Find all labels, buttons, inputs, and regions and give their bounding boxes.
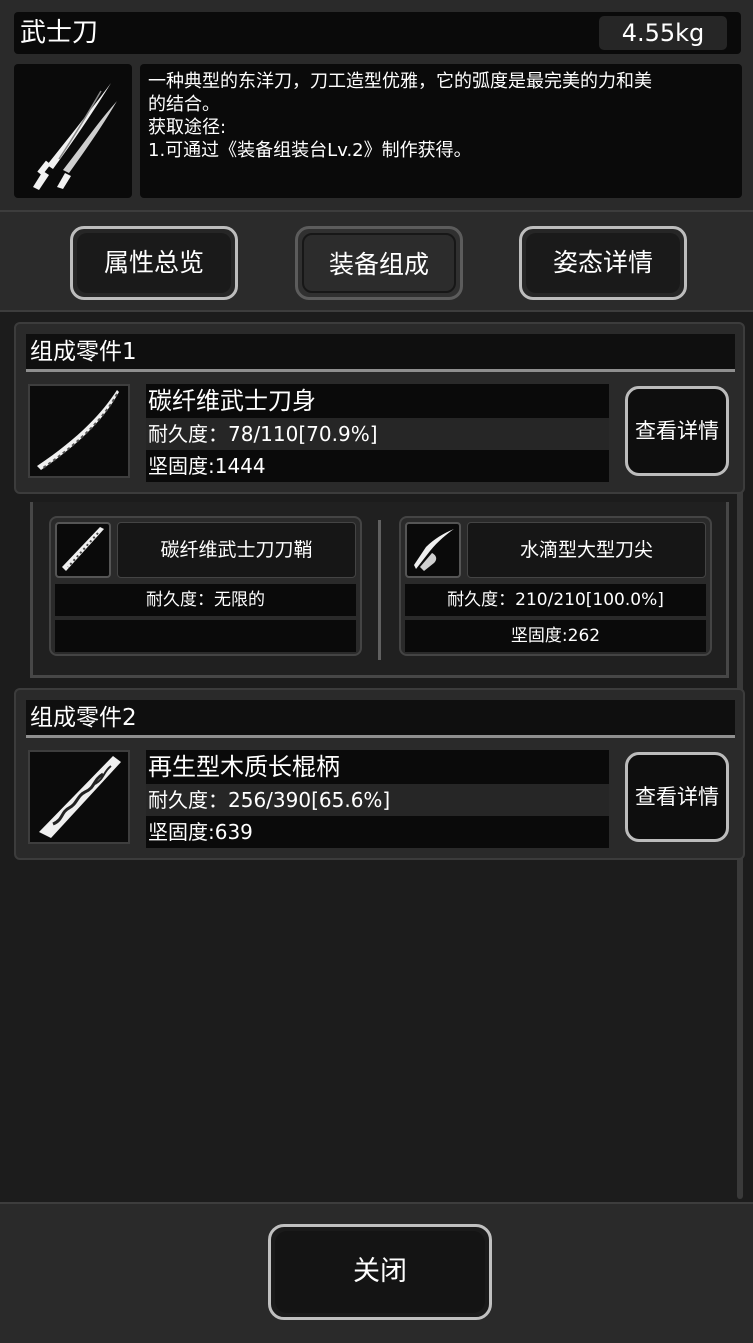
subpart-hardness xyxy=(55,620,356,652)
part-icon-frame xyxy=(28,750,130,844)
part-hardness: 坚固度:639 xyxy=(146,816,609,848)
item-weight: 4.55kg xyxy=(599,16,727,50)
tab-label: 装备组成 xyxy=(328,250,429,279)
part-info: 碳纤维武士刀身 耐久度：78/110[70.9%] 坚固度:1444 xyxy=(146,384,609,482)
item-name: 武士刀 xyxy=(20,18,99,48)
subparts-panel: 碳纤维武士刀刀鞘 耐久度：无限的 水滴型大型刀尖 耐久度：210/210[100… xyxy=(30,502,729,678)
subpart-durability: 耐久度：无限的 xyxy=(55,584,356,616)
description-line: 获取途径: xyxy=(148,117,227,138)
description-line: 1.可通过《装备组装台Lv.2》制作获得。 xyxy=(148,140,472,161)
part-name: 碳纤维武士刀身 xyxy=(146,384,609,418)
component-part-1: 组成零件1 碳纤维武士刀身 耐久度：78/110[70.9%] 坚固度:1444… xyxy=(14,322,745,494)
part-header: 组成零件1 xyxy=(26,334,735,372)
tab-stance-details[interactable]: 姿态详情 xyxy=(519,226,687,300)
part-durability: 耐久度：78/110[70.9%] xyxy=(146,418,609,450)
scabbard-icon xyxy=(62,527,104,571)
blade-tip-icon xyxy=(414,529,454,571)
part-durability: 耐久度：256/390[65.6%] xyxy=(146,784,609,816)
title-bar: 武士刀 4.55kg xyxy=(14,12,741,54)
close-button[interactable]: 关闭 xyxy=(268,1224,492,1320)
footer: 关闭 xyxy=(0,1202,753,1343)
blade-icon xyxy=(37,390,119,470)
subpart-icon-frame xyxy=(55,522,111,578)
close-button-label: 关闭 xyxy=(353,1256,407,1287)
katana-icon xyxy=(33,83,117,190)
view-details-button[interactable]: 查看详情 xyxy=(625,386,729,476)
subpart-icon-frame xyxy=(405,522,461,578)
description-line: 一种典型的东洋刀，刀工造型优雅，它的弧度是最完美的力和美 xyxy=(148,71,652,92)
tab-equipment-composition[interactable]: 装备组成 xyxy=(295,226,463,300)
tab-attribute-overview[interactable]: 属性总览 xyxy=(70,226,238,300)
subpart-durability: 耐久度：210/210[100.0%] xyxy=(405,584,706,616)
divider xyxy=(378,520,381,660)
part-name: 再生型木质长棍柄 xyxy=(146,750,609,784)
subpart-name: 碳纤维武士刀刀鞘 xyxy=(117,522,356,578)
subpart-name: 水滴型大型刀尖 xyxy=(467,522,706,578)
subpart-blade-tip[interactable]: 水滴型大型刀尖 耐久度：210/210[100.0%] 坚固度:262 xyxy=(399,516,712,656)
description-line: 的结合。 xyxy=(148,94,220,115)
component-part-2: 组成零件2 再生型木质长棍柄 耐久度：256/390[65.6%] 坚固度:63… xyxy=(14,688,745,860)
tab-label: 姿态详情 xyxy=(552,248,653,277)
part-info: 再生型木质长棍柄 耐久度：256/390[65.6%] 坚固度:639 xyxy=(146,750,609,848)
tab-bar: 属性总览 装备组成 姿态详情 xyxy=(0,210,753,312)
subpart-hardness: 坚固度:262 xyxy=(405,620,706,652)
part-hardness: 坚固度:1444 xyxy=(146,450,609,482)
tab-label: 属性总览 xyxy=(103,248,204,277)
subpart-scabbard[interactable]: 碳纤维武士刀刀鞘 耐久度：无限的 xyxy=(49,516,362,656)
item-icon-frame xyxy=(14,64,132,198)
part-icon-frame xyxy=(28,384,130,478)
view-details-button[interactable]: 查看详情 xyxy=(625,752,729,842)
wooden-handle-icon xyxy=(39,756,121,838)
part-header: 组成零件2 xyxy=(26,700,735,738)
item-header: 武士刀 4.55kg 一种典型的东洋刀，刀工造型优雅，它的弧度是最完美的力和美 … xyxy=(0,0,753,210)
item-description: 一种典型的东洋刀，刀工造型优雅，它的弧度是最完美的力和美 的结合。 获取途径: … xyxy=(140,64,742,198)
